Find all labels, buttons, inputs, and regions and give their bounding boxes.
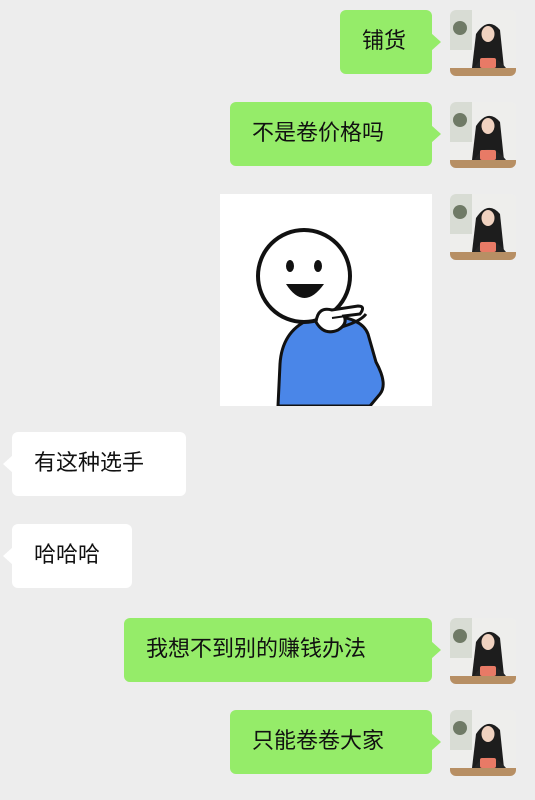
avatar[interactable] xyxy=(450,618,516,684)
message-bubble-sent[interactable]: 铺货 xyxy=(340,10,441,74)
sticker-icon xyxy=(256,228,385,408)
user-avatar-icon xyxy=(450,102,516,168)
message-text: 有这种选手 xyxy=(34,451,145,476)
message-bubble-received[interactable]: 哈哈哈 xyxy=(3,524,132,588)
message-bubble-received[interactable]: 有这种选手 xyxy=(3,432,186,496)
user-avatar-icon xyxy=(450,618,516,684)
user-avatar-icon xyxy=(450,194,516,260)
pointing-smiley-sticker[interactable] xyxy=(220,194,432,408)
message-bubble-sent[interactable]: 不是卷价格吗 xyxy=(230,102,441,166)
message-text: 铺货 xyxy=(362,29,407,54)
message-text: 不是卷价格吗 xyxy=(252,121,385,146)
avatar[interactable] xyxy=(450,10,516,76)
user-avatar-icon xyxy=(450,710,516,776)
avatar[interactable] xyxy=(450,710,516,776)
message-text: 我想不到别的赚钱办法 xyxy=(146,637,367,662)
message-text: 只能卷卷大家 xyxy=(252,729,385,754)
message-bubble-sent[interactable]: 我想不到别的赚钱办法 xyxy=(124,618,441,682)
avatar[interactable] xyxy=(450,102,516,168)
avatar[interactable] xyxy=(450,194,516,260)
user-avatar-icon xyxy=(450,10,516,76)
chat-message-list: 铺货 不是卷价格吗 有这种选手 哈哈哈 我想不到别的赚钱办法 只能卷卷大家 xyxy=(0,0,535,800)
message-bubble-sent[interactable]: 只能卷卷大家 xyxy=(230,710,441,774)
message-text: 哈哈哈 xyxy=(34,543,101,568)
